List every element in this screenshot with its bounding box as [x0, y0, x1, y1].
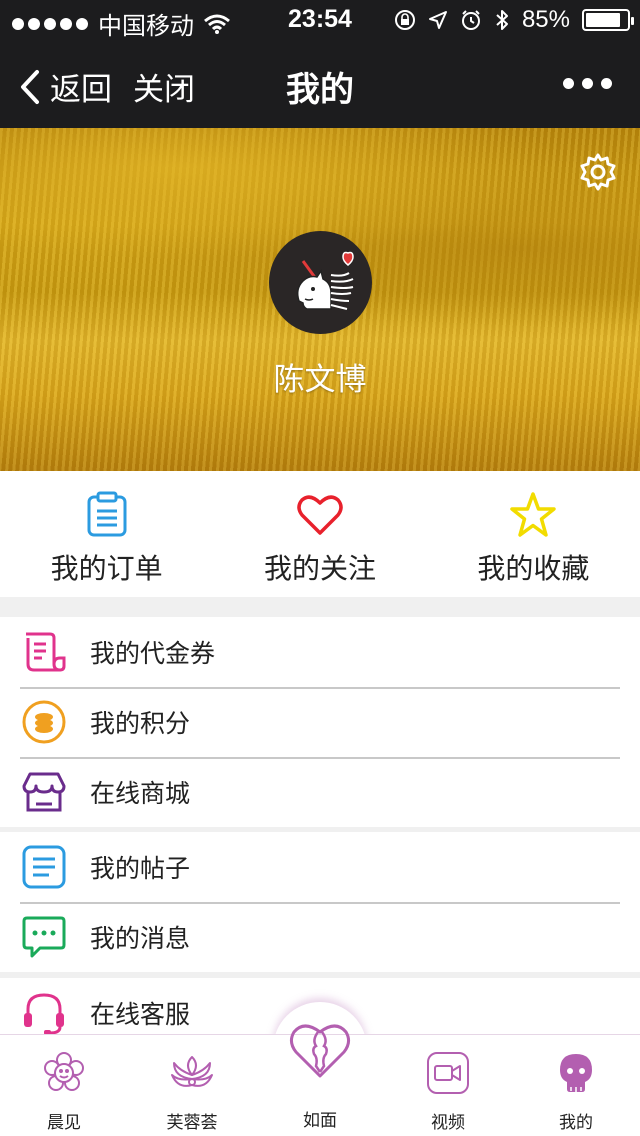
menu-item-label: 我的代金券	[90, 640, 216, 668]
menu-item-vouchers[interactable]: 我的代金券	[0, 617, 640, 687]
shop-icon	[22, 772, 66, 812]
quick-actions: 我的订单 我的关注 我的收藏	[0, 471, 640, 597]
location-icon	[428, 11, 447, 29]
menu-group-2: 我的帖子 我的消息	[0, 832, 640, 972]
heart-icon	[297, 495, 343, 535]
coins-icon	[22, 700, 66, 744]
profile-banner: 陈文博	[0, 128, 640, 471]
my-orders-button[interactable]: 我的订单	[0, 471, 213, 597]
bluetooth-icon	[496, 10, 508, 30]
posts-icon	[22, 845, 66, 889]
flower-icon	[44, 1052, 84, 1091]
menu-item-posts[interactable]: 我的帖子	[0, 832, 640, 902]
menu-group-1: 我的代金券 我的积分 在线商城	[0, 617, 640, 827]
menu-item-label: 我的消息	[90, 925, 191, 953]
tab-morning[interactable]: 晨见	[0, 1035, 128, 1136]
status-bar: 中国移动 23:54 85%	[0, 0, 640, 40]
tab-label: 芙蓉荟	[166, 1113, 218, 1132]
headset-icon	[24, 993, 64, 1035]
alarm-icon	[461, 10, 480, 30]
tab-video[interactable]: 视频	[384, 1035, 512, 1136]
more-dot	[601, 78, 612, 89]
status-indicators: 85%	[394, 6, 634, 34]
menu-item-label: 在线商城	[90, 780, 191, 808]
lotus-icon	[171, 1056, 213, 1087]
battery-icon	[582, 9, 634, 31]
menu-item-label: 我的积分	[90, 710, 191, 738]
settings-gear-icon[interactable]	[578, 152, 618, 192]
video-icon	[427, 1052, 469, 1094]
my-follows-button[interactable]: 我的关注	[213, 471, 426, 597]
tab-label: 我的	[559, 1113, 593, 1132]
message-icon	[22, 916, 66, 958]
tab-lotus[interactable]: 芙蓉荟	[128, 1035, 256, 1136]
username: 陈文博	[273, 362, 367, 397]
menu-item-label: 在线客服	[90, 1001, 191, 1029]
star-icon	[510, 492, 557, 537]
user-icon	[560, 1054, 592, 1092]
menu-item-label: 我的帖子	[90, 855, 191, 883]
clipboard-icon	[87, 491, 127, 537]
more-dot	[582, 78, 593, 89]
nav-bar: 返回 关闭 我的	[0, 40, 640, 128]
quick-action-label: 我的关注	[263, 553, 376, 584]
orientation-lock-icon	[394, 10, 415, 30]
battery-percent: 85%	[521, 6, 570, 33]
avatar[interactable]	[269, 231, 372, 334]
voucher-icon	[26, 632, 66, 672]
quick-action-label: 我的收藏	[477, 553, 590, 584]
unicorn-avatar-icon	[296, 251, 354, 310]
more-button[interactable]	[563, 78, 612, 89]
tab-label: 视频	[431, 1113, 465, 1132]
page-title: 我的	[286, 71, 354, 109]
face-heart-icon[interactable]	[288, 1018, 352, 1078]
menu-item-shop[interactable]: 在线商城	[0, 757, 640, 827]
my-favorites-button[interactable]: 我的收藏	[427, 471, 640, 597]
tab-mine[interactable]: 我的	[512, 1035, 640, 1136]
menu-item-points[interactable]: 我的积分	[0, 687, 640, 757]
tab-label: 晨见	[47, 1113, 81, 1132]
tab-label: 如面	[303, 1111, 337, 1130]
more-dot	[563, 78, 574, 89]
quick-action-label: 我的订单	[50, 553, 163, 584]
menu-item-messages[interactable]: 我的消息	[0, 902, 640, 972]
